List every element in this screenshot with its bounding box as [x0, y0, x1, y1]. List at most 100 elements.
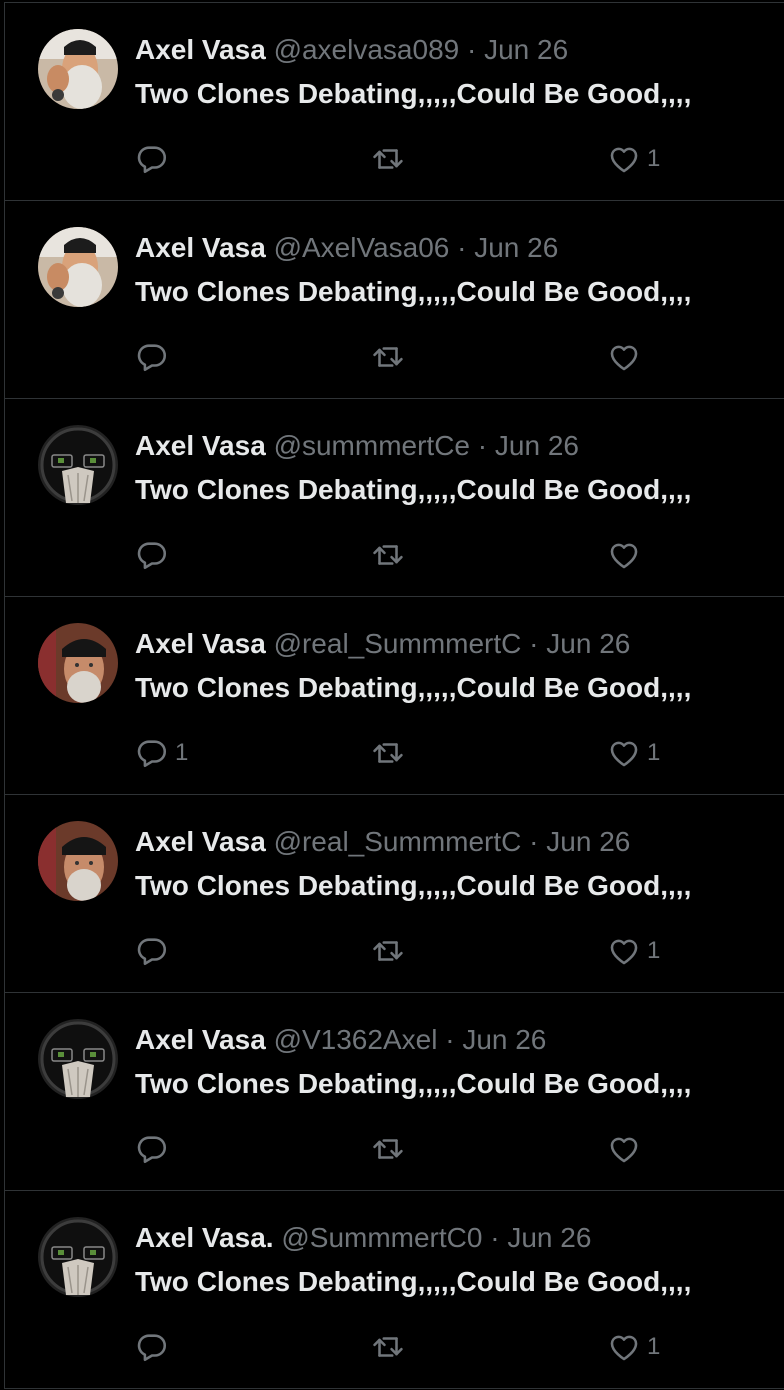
retweet-button[interactable]: [371, 141, 405, 177]
retweet-button[interactable]: [371, 1329, 405, 1365]
author-handle[interactable]: @SummmertC0: [281, 1222, 482, 1253]
heart-icon: [607, 1132, 641, 1166]
reply-button[interactable]: [135, 141, 175, 177]
like-button[interactable]: 1: [607, 933, 660, 969]
tweet[interactable]: Axel Vasa @V1362Axel · Jun 26 Two Clones…: [5, 993, 784, 1191]
reply-icon: [135, 1132, 169, 1166]
avatar-hand-icon[interactable]: [38, 227, 118, 307]
reply-button[interactable]: [135, 1131, 175, 1167]
tweet-header: Axel Vasa. @SummmertC0 · Jun 26: [135, 1221, 591, 1255]
tweet[interactable]: Axel Vasa @axelvasa089 · Jun 26 Two Clon…: [5, 3, 784, 201]
retweet-icon: [371, 934, 405, 968]
retweet-button[interactable]: [371, 339, 405, 375]
tweet-feed: Axel Vasa @axelvasa089 · Jun 26 Two Clon…: [4, 2, 784, 1389]
tweet[interactable]: Axel Vasa @real_SummmertC · Jun 26 Two C…: [5, 597, 784, 795]
tweet-actions: 1: [5, 141, 784, 177]
tweet-text: Two Clones Debating,,,,,Could Be Good,,,…: [135, 78, 692, 109]
reply-button[interactable]: [135, 933, 175, 969]
tweet-header: Axel Vasa @axelvasa089 · Jun 26: [135, 33, 568, 67]
heart-icon: [607, 736, 641, 770]
tweet-date[interactable]: Jun 26: [507, 1222, 591, 1253]
tweet[interactable]: Axel Vasa @summmertCe · Jun 26 Two Clone…: [5, 399, 784, 597]
retweet-icon: [371, 340, 405, 374]
like-button[interactable]: [607, 537, 647, 573]
avatar-portrait-icon[interactable]: [38, 821, 118, 901]
like-button[interactable]: 1: [607, 735, 660, 771]
tweet-actions: 1: [5, 1329, 784, 1365]
author-name[interactable]: Axel Vasa: [135, 34, 266, 65]
tweet-text: Two Clones Debating,,,,,Could Be Good,,,…: [135, 1266, 692, 1297]
reply-icon: [135, 934, 169, 968]
like-count: 1: [647, 739, 661, 766]
tweet-actions: [5, 537, 784, 573]
like-button[interactable]: 1: [607, 1329, 660, 1365]
reply-count: 1: [175, 739, 189, 766]
avatar-portrait-icon[interactable]: [38, 623, 118, 703]
like-button[interactable]: 1: [607, 141, 660, 177]
tweet[interactable]: Axel Vasa. @SummmertC0 · Jun 26 Two Clon…: [5, 1191, 784, 1389]
author-name[interactable]: Axel Vasa.: [135, 1222, 274, 1253]
reply-button[interactable]: [135, 339, 175, 375]
reply-icon: [135, 142, 169, 176]
author-handle[interactable]: @real_SummmertC: [274, 628, 522, 659]
separator-dot: ·: [490, 1222, 500, 1253]
tweet-header: Axel Vasa @V1362Axel · Jun 26: [135, 1023, 546, 1057]
like-button[interactable]: [607, 339, 647, 375]
tweet-text: Two Clones Debating,,,,,Could Be Good,,,…: [135, 870, 692, 901]
avatar-hand-icon[interactable]: [38, 29, 118, 109]
reply-button[interactable]: [135, 537, 175, 573]
retweet-icon: [371, 1330, 405, 1364]
separator-dot: ·: [467, 34, 477, 65]
author-name[interactable]: Axel Vasa: [135, 628, 266, 659]
retweet-icon: [371, 538, 405, 572]
author-handle[interactable]: @summmertCe: [274, 430, 470, 461]
reply-icon: [135, 736, 169, 770]
tweet[interactable]: Axel Vasa @AxelVasa06 · Jun 26 Two Clone…: [5, 201, 784, 399]
separator-dot: ·: [457, 232, 467, 263]
author-name[interactable]: Axel Vasa: [135, 826, 266, 857]
reply-button[interactable]: 1: [135, 735, 188, 771]
tweet-header: Axel Vasa @AxelVasa06 · Jun 26: [135, 231, 558, 265]
heart-icon: [607, 142, 641, 176]
retweet-button[interactable]: [371, 537, 405, 573]
author-handle[interactable]: @real_SummmertC: [274, 826, 522, 857]
author-handle[interactable]: @axelvasa089: [274, 34, 460, 65]
heart-icon: [607, 340, 641, 374]
tweet-header: Axel Vasa @real_SummmertC · Jun 26: [135, 825, 630, 859]
tweet-date[interactable]: Jun 26: [546, 628, 630, 659]
heart-icon: [607, 1330, 641, 1364]
tweet-actions: [5, 1131, 784, 1167]
retweet-button[interactable]: [371, 933, 405, 969]
author-name[interactable]: Axel Vasa: [135, 430, 266, 461]
like-count: 1: [647, 1333, 661, 1360]
reply-button[interactable]: [135, 1329, 175, 1365]
tweet[interactable]: Axel Vasa @real_SummmertC · Jun 26 Two C…: [5, 795, 784, 993]
separator-dot: ·: [529, 826, 539, 857]
tweet-date[interactable]: Jun 26: [474, 232, 558, 263]
tweet-header: Axel Vasa @real_SummmertC · Jun 26: [135, 627, 630, 661]
author-handle[interactable]: @V1362Axel: [274, 1024, 438, 1055]
tweet-date[interactable]: Jun 26: [462, 1024, 546, 1055]
author-handle[interactable]: @AxelVasa06: [274, 232, 450, 263]
avatar-glasses-icon[interactable]: [38, 1019, 118, 1099]
tweet-date[interactable]: Jun 26: [495, 430, 579, 461]
tweet-date[interactable]: Jun 26: [546, 826, 630, 857]
tweet-text: Two Clones Debating,,,,,Could Be Good,,,…: [135, 672, 692, 703]
separator-dot: ·: [529, 628, 539, 659]
avatar-glasses-icon[interactable]: [38, 1217, 118, 1297]
avatar-glasses-icon[interactable]: [38, 425, 118, 505]
retweet-button[interactable]: [371, 1131, 405, 1167]
separator-dot: ·: [477, 430, 488, 461]
author-name[interactable]: Axel Vasa: [135, 1024, 266, 1055]
heart-icon: [607, 538, 641, 572]
retweet-button[interactable]: [371, 735, 405, 771]
like-count: 1: [647, 145, 661, 172]
reply-icon: [135, 1330, 169, 1364]
separator-dot: ·: [445, 1024, 455, 1055]
tweet-text: Two Clones Debating,,,,,Could Be Good,,,…: [135, 1068, 692, 1099]
tweet-date[interactable]: Jun 26: [484, 34, 568, 65]
like-button[interactable]: [607, 1131, 647, 1167]
author-name[interactable]: Axel Vasa: [135, 232, 266, 263]
tweet-text: Two Clones Debating,,,,,Could Be Good,,,…: [135, 474, 692, 505]
retweet-icon: [371, 1132, 405, 1166]
